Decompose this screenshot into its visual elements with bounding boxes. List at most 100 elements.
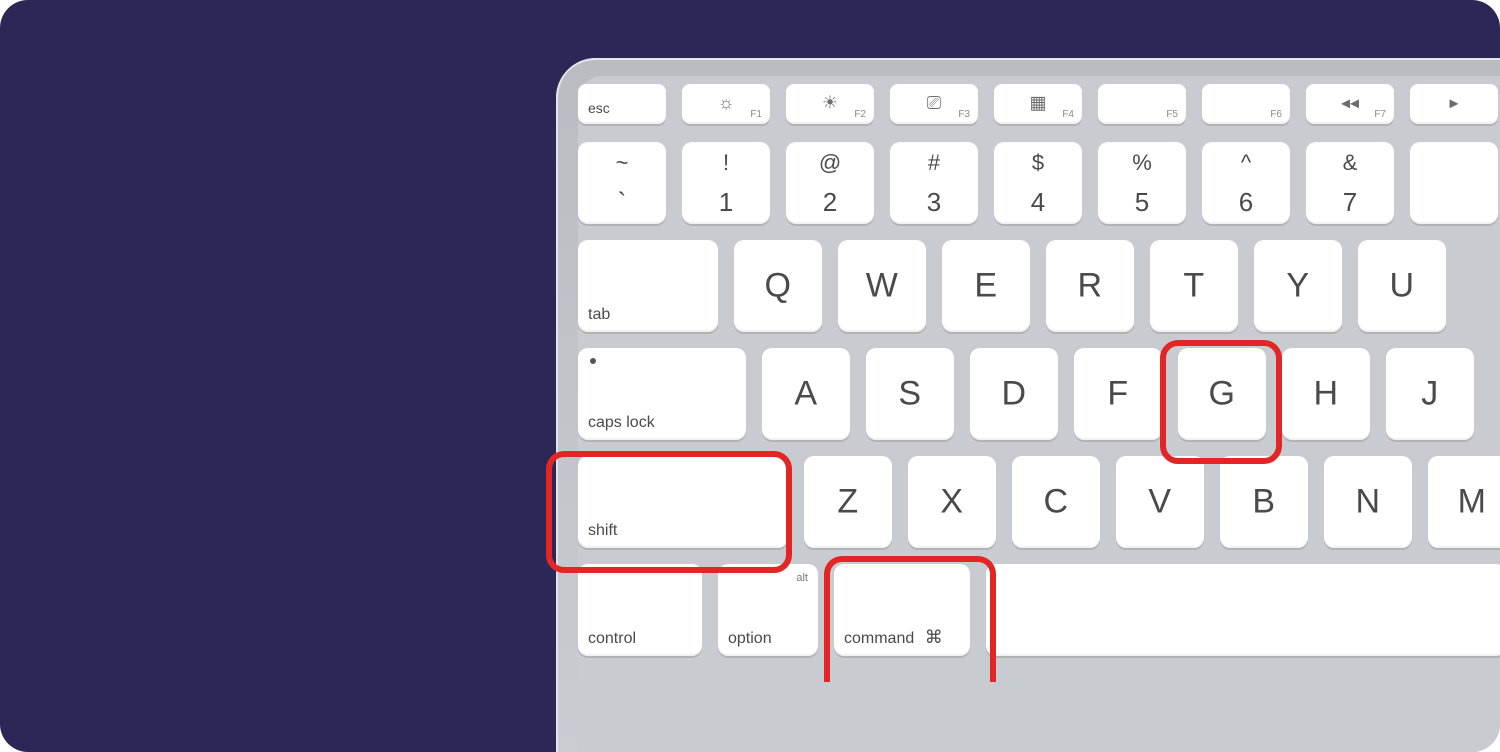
key-t[interactable]: T: [1150, 240, 1238, 332]
keyboard-deck: esc☼F1☀F2⎚F3▦F4F5F6◂◂F7▸ ~`!1@2#3$4%5^6&…: [578, 76, 1500, 752]
key-tab[interactable]: tab: [578, 240, 718, 332]
capslock-indicator-icon: [590, 358, 596, 364]
key-command[interactable]: command ⌘: [834, 564, 970, 656]
key-f5[interactable]: F5: [1098, 84, 1186, 124]
asdf-row: caps lock A SDF G H J: [578, 348, 1500, 440]
key-2[interactable]: @2: [786, 142, 874, 224]
modifier-row: control alt option command ⌘: [578, 564, 1500, 656]
key-e-label: E: [974, 267, 997, 306]
key-r[interactable]: R: [1046, 240, 1134, 332]
keyboard-container: esc☼F1☀F2⎚F3▦F4F5F6◂◂F7▸ ~`!1@2#3$4%5^6&…: [556, 58, 1500, 752]
key-f6[interactable]: F6: [1202, 84, 1290, 124]
key-v-label: V: [1148, 483, 1171, 522]
key-w[interactable]: W: [838, 240, 926, 332]
key-caps-lock-label: caps lock: [588, 414, 655, 432]
key-g[interactable]: G: [1178, 348, 1266, 440]
key-f8[interactable]: ▸: [1410, 84, 1498, 124]
key-m[interactable]: M: [1428, 456, 1500, 548]
key-8[interactable]: [1410, 142, 1498, 224]
key-tilde-lower: `: [618, 187, 627, 218]
key-s[interactable]: S: [866, 348, 954, 440]
key-3-lower: 3: [927, 187, 941, 218]
number-row: ~`!1@2#3$4%5^6&7: [578, 142, 1500, 224]
key-f3[interactable]: ⎚ F3: [890, 84, 978, 124]
key-j[interactable]: J: [1386, 348, 1474, 440]
key-h[interactable]: H: [1282, 348, 1370, 440]
key-caps-lock[interactable]: caps lock: [578, 348, 746, 440]
fn-row: esc ☼F1 ☀F2 ⎚ F3 ▦ F4 F5 F6 ◂◂F7 ▸: [578, 84, 1500, 124]
key-6-lower: 6: [1239, 187, 1253, 218]
key-2-upper: @: [819, 150, 841, 176]
key-control-label: control: [588, 630, 636, 648]
stage: esc☼F1☀F2⎚F3▦F4F5F6◂◂F7▸ ~`!1@2#3$4%5^6&…: [0, 0, 1500, 752]
key-shift[interactable]: shift: [578, 456, 788, 548]
key-f1-icon: ☼: [718, 92, 735, 113]
key-6[interactable]: ^6: [1202, 142, 1290, 224]
key-f3-icon: ⎚: [927, 92, 941, 113]
key-m-label: M: [1458, 483, 1487, 522]
key-f3-fnum: F3: [958, 109, 970, 120]
key-v[interactable]: V: [1116, 456, 1204, 548]
key-5-lower: 5: [1135, 187, 1149, 218]
zxcv-row: shift Z X C V B N M: [578, 456, 1500, 548]
key-5[interactable]: %5: [1098, 142, 1186, 224]
key-c-label: C: [1043, 483, 1068, 522]
key-3[interactable]: #3: [890, 142, 978, 224]
keyboard-body: esc☼F1☀F2⎚F3▦F4F5F6◂◂F7▸ ~`!1@2#3$4%5^6&…: [556, 58, 1500, 752]
key-alt-label: alt: [796, 572, 808, 584]
key-control[interactable]: control: [578, 564, 702, 656]
key-f1[interactable]: ☼F1: [682, 84, 770, 124]
key-4[interactable]: $4: [994, 142, 1082, 224]
key-spacebar[interactable]: [986, 564, 1500, 656]
key-f6-fnum: F6: [1270, 109, 1282, 120]
key-7-upper: &: [1343, 150, 1358, 176]
key-1[interactable]: !1: [682, 142, 770, 224]
key-b-label: B: [1252, 483, 1275, 522]
key-t-label: T: [1183, 267, 1204, 306]
key-n[interactable]: N: [1324, 456, 1412, 548]
key-e[interactable]: E: [942, 240, 1030, 332]
key-esc-label: esc: [588, 100, 610, 116]
key-tilde[interactable]: ~`: [578, 142, 666, 224]
key-option-label: option: [728, 630, 772, 648]
key-z-label: Z: [837, 483, 858, 522]
key-command-label: command ⌘: [844, 627, 943, 648]
key-u[interactable]: U: [1358, 240, 1446, 332]
key-d[interactable]: D: [970, 348, 1058, 440]
key-f4-fnum: F4: [1062, 109, 1074, 120]
command-symbol-icon: ⌘: [925, 627, 943, 647]
key-y[interactable]: Y: [1254, 240, 1342, 332]
key-esc[interactable]: esc: [578, 84, 666, 124]
key-option[interactable]: alt option: [718, 564, 818, 656]
key-q-label: Q: [765, 267, 792, 306]
key-n-label: N: [1355, 483, 1380, 522]
key-z[interactable]: Z: [804, 456, 892, 548]
key-j-label: J: [1421, 375, 1439, 414]
key-y-label: Y: [1286, 267, 1309, 306]
key-f7[interactable]: ◂◂F7: [1306, 84, 1394, 124]
key-w-label: W: [866, 267, 899, 306]
key-f5-fnum: F5: [1166, 109, 1178, 120]
key-g-label: G: [1209, 375, 1236, 414]
key-1-upper: !: [723, 150, 729, 176]
key-shift-label: shift: [588, 522, 617, 540]
key-tilde-upper: ~: [616, 150, 629, 176]
key-x-label: X: [940, 483, 963, 522]
key-f7-fnum: F7: [1374, 109, 1386, 120]
key-2-lower: 2: [823, 187, 837, 218]
key-a-label: A: [794, 375, 817, 414]
key-f4-icon: ▦: [1029, 92, 1046, 113]
key-f4[interactable]: ▦ F4: [994, 84, 1082, 124]
key-3-upper: #: [928, 150, 940, 176]
key-tab-label: tab: [588, 306, 610, 324]
key-q[interactable]: Q: [734, 240, 822, 332]
key-f[interactable]: F: [1074, 348, 1162, 440]
key-r-label: R: [1077, 267, 1102, 306]
key-f2[interactable]: ☀F2: [786, 84, 874, 124]
key-7[interactable]: &7: [1306, 142, 1394, 224]
key-b[interactable]: B: [1220, 456, 1308, 548]
key-a[interactable]: A: [762, 348, 850, 440]
key-c[interactable]: C: [1012, 456, 1100, 548]
key-x[interactable]: X: [908, 456, 996, 548]
key-command-text: command: [844, 630, 914, 647]
